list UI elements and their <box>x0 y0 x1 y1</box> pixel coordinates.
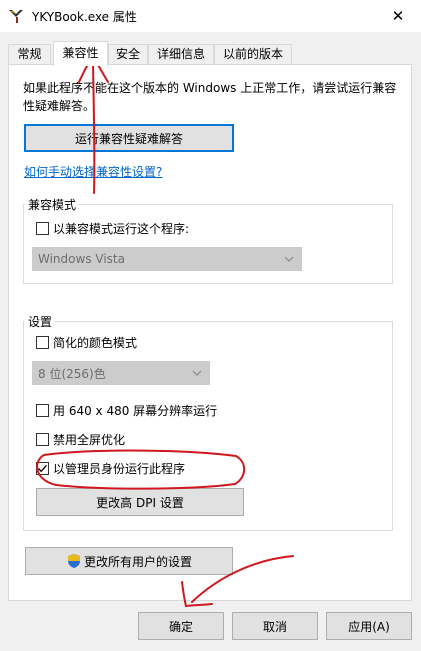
run-as-admin-label: 以管理员身份运行此程序 <box>53 461 186 476</box>
disable-fullscreen-checkbox[interactable] <box>36 432 49 446</box>
title-bar: YKYBook.exe 属性 ✕ <box>0 0 421 32</box>
ok-button[interactable]: 确定 <box>138 612 224 640</box>
compat-mode-row[interactable]: 以兼容模式运行这个程序: <box>36 220 189 236</box>
window-title: YKYBook.exe 属性 <box>32 10 137 24</box>
disable-fullscreen-row[interactable]: 禁用全屏优化 <box>36 431 125 447</box>
run-as-admin-row[interactable]: 以管理员身份运行此程序 <box>36 460 185 476</box>
close-icon: ✕ <box>391 7 405 25</box>
cancel-button[interactable]: 取消 <box>232 612 318 640</box>
run-as-admin-checkbox[interactable] <box>36 461 49 475</box>
compat-mode-checkbox[interactable] <box>36 221 49 235</box>
compat-mode-label: 以兼容模式运行这个程序: <box>53 221 190 236</box>
chevron-down-icon <box>284 256 294 262</box>
compatibility-panel: 如果此程序不能在这个版本的 Windows 上正常工作，请尝试运行兼容性疑难解答… <box>8 64 412 601</box>
shield-icon <box>67 554 80 568</box>
reduced-color-row[interactable]: 简化的颜色模式 <box>36 334 137 350</box>
compat-mode-group <box>23 204 393 284</box>
compat-mode-title: 兼容模式 <box>25 196 80 213</box>
color-depth-value: 8 位(256)色 <box>38 366 106 381</box>
res-640-row[interactable]: 用 640 x 480 屏幕分辨率运行 <box>36 402 217 418</box>
res-640-checkbox[interactable] <box>36 403 49 417</box>
checkmark-icon <box>38 464 47 472</box>
apply-button[interactable]: 应用(A) <box>326 612 412 640</box>
all-users-button[interactable]: 更改所有用户的设置 <box>25 547 233 575</box>
close-button[interactable]: ✕ <box>375 0 421 32</box>
reduced-color-label: 简化的颜色模式 <box>53 335 138 350</box>
troubleshoot-button[interactable]: 运行兼容性疑难解答 <box>24 124 234 152</box>
tab-details[interactable]: 详细信息 <box>148 44 214 65</box>
change-dpi-button[interactable]: 更改高 DPI 设置 <box>36 488 244 516</box>
disable-fullscreen-label: 禁用全屏优化 <box>53 432 126 447</box>
manual-settings-link[interactable]: 如何手动选择兼容性设置? <box>24 163 162 180</box>
all-users-label: 更改所有用户的设置 <box>83 554 192 569</box>
app-icon <box>8 8 24 24</box>
compat-description: 如果此程序不能在这个版本的 Windows 上正常工作，请尝试运行兼容性疑难解答… <box>23 81 397 113</box>
os-version-select[interactable]: Windows Vista <box>32 247 302 271</box>
tab-general[interactable]: 常规 <box>8 44 51 65</box>
reduced-color-checkbox[interactable] <box>36 335 49 349</box>
res-640-label: 用 640 x 480 屏幕分辨率运行 <box>53 403 218 418</box>
tab-security[interactable]: 安全 <box>108 44 148 65</box>
chevron-down-icon <box>192 370 202 376</box>
settings-title: 设置 <box>25 313 56 330</box>
color-depth-select[interactable]: 8 位(256)色 <box>32 361 210 385</box>
os-version-value: Windows Vista <box>38 252 125 266</box>
tab-compatibility[interactable]: 兼容性 <box>53 41 108 66</box>
tab-previous-versions[interactable]: 以前的版本 <box>214 44 292 65</box>
